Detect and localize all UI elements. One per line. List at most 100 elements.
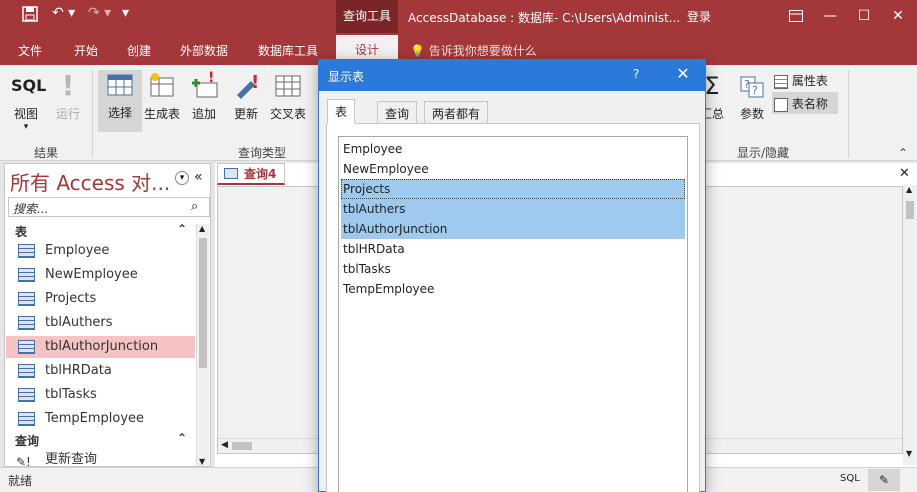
vertical-scrollbar[interactable]: ▲ ▼ xyxy=(903,185,917,465)
nav-item-update-query[interactable]: ✎! 更新查询 xyxy=(6,450,195,468)
make-table-button[interactable]: 生成表 xyxy=(140,71,184,131)
status-text: 就绪 xyxy=(8,474,33,488)
nav-item-tempemployee[interactable]: TempEmployee xyxy=(6,408,195,430)
scroll-left-icon[interactable]: ◀ xyxy=(221,440,228,450)
dialog-help-button[interactable]: ? xyxy=(633,67,639,81)
design-view-icon: ✎ xyxy=(878,473,890,487)
design-view-button[interactable]: ✎ xyxy=(868,469,900,491)
crosstab-label: 交叉表 xyxy=(269,107,306,121)
scroll-up-icon[interactable]: ▲ xyxy=(199,224,205,233)
update-button[interactable]: ! 更新 xyxy=(224,71,268,131)
scroll-up-icon[interactable]: ▲ xyxy=(906,185,912,194)
property-sheet-label: 属性表 xyxy=(791,74,828,88)
view-button[interactable]: SQL 视图 ▾ xyxy=(4,71,48,132)
table-names-icon xyxy=(774,97,788,112)
nav-item-label: tblHRData xyxy=(45,363,112,378)
list-item-projects[interactable]: Projects xyxy=(341,179,685,199)
nav-scroll-thumb[interactable] xyxy=(199,238,207,368)
group-label-query-type: 查询类型 xyxy=(238,146,287,160)
nav-item-tbltasks[interactable]: tblTasks xyxy=(6,384,195,406)
table-list[interactable]: Employee NewEmployee Projects tblAuthers… xyxy=(338,136,688,492)
append-button[interactable]: ! 追加 xyxy=(182,70,226,131)
close-window-button[interactable]: ✕ xyxy=(882,3,914,29)
update-icon: ! xyxy=(231,71,261,101)
dialog-tab-both[interactable]: 两者都有 xyxy=(424,101,489,124)
tab-home[interactable]: 开始 xyxy=(74,42,98,59)
list-item-tblhrdata[interactable]: tblHRData xyxy=(341,239,685,259)
view-dropdown-icon: ▾ xyxy=(23,122,29,132)
table-icon xyxy=(18,244,35,258)
exclamation-icon: ! xyxy=(61,69,75,102)
nav-item-tblauthorjunction[interactable]: tblAuthorJunction xyxy=(6,336,195,358)
nav-item-employee[interactable]: Employee xyxy=(6,240,195,262)
run-label: 运行 xyxy=(55,107,80,121)
nav-pane-title[interactable]: 所有 Access 对... xyxy=(10,167,170,196)
tab-external-data[interactable]: 外部数据 xyxy=(180,42,228,59)
group-label-show-hide: 显示/隐藏 xyxy=(737,146,790,160)
search-icon[interactable]: ⌕ xyxy=(191,199,198,214)
dialog-tab-queries[interactable]: 查询 xyxy=(377,101,418,124)
tab-create[interactable]: 创建 xyxy=(127,42,151,59)
list-item-employee[interactable]: Employee xyxy=(341,139,685,159)
lightbulb-icon: 💡 xyxy=(410,44,425,58)
scroll-down-icon[interactable]: ▼ xyxy=(199,457,205,466)
run-button[interactable]: ! 运行 xyxy=(46,71,90,131)
save-icon[interactable] xyxy=(22,6,38,26)
customize-qat-icon[interactable]: ▾ xyxy=(122,5,129,21)
scroll-down-icon[interactable]: ▼ xyxy=(906,449,912,458)
maximize-button[interactable]: ☐ xyxy=(848,3,880,29)
property-sheet-button[interactable]: 属性表 xyxy=(774,72,828,89)
nav-item-label: tblAuthorJunction xyxy=(45,339,159,354)
minimize-button[interactable]: — xyxy=(814,3,846,29)
nav-section-queries[interactable]: 查询 ⌃ xyxy=(6,430,196,450)
dialog-close-button[interactable]: ✕ xyxy=(671,64,695,83)
dialog-tab-tables[interactable]: 表 xyxy=(327,99,356,124)
list-item-tblauthers[interactable]: tblAuthers xyxy=(341,199,685,219)
chevron-down-icon[interactable]: ▾ xyxy=(175,171,189,185)
close-document-icon[interactable]: ✕ xyxy=(899,166,910,181)
nav-search-input[interactable]: 搜索... xyxy=(8,197,210,217)
select-query-button[interactable]: 选择 xyxy=(98,70,142,132)
dialog-title-bar[interactable]: 显示表 ? ✕ xyxy=(319,60,705,91)
list-item-tbltasks[interactable]: tblTasks xyxy=(341,259,685,279)
nav-section-label: 查询 xyxy=(15,434,40,448)
nav-section-tables[interactable]: 表 ⌃ xyxy=(6,221,196,241)
nav-item-projects[interactable]: Projects xyxy=(6,288,195,310)
table-icon xyxy=(18,268,35,282)
sql-view-button[interactable]: SQL xyxy=(840,473,860,484)
svg-text:?: ? xyxy=(752,84,758,97)
nav-item-tblhrdata[interactable]: tblHRData xyxy=(6,360,195,382)
view-label: 视图 xyxy=(13,107,38,121)
shutter-bar-close-icon[interactable]: « xyxy=(194,169,203,185)
tab-query4[interactable]: 查询4 xyxy=(217,163,285,185)
parameters-icon: ?? xyxy=(737,71,767,101)
undo-icon[interactable]: ↶ ▾ xyxy=(52,5,75,21)
group-label-results: 结果 xyxy=(34,146,59,160)
parameters-button[interactable]: ?? 参数 xyxy=(730,71,774,131)
tell-me-search[interactable]: 💡 告诉我你想要做什么 xyxy=(410,42,537,59)
list-item-newemployee[interactable]: NewEmployee xyxy=(341,159,685,179)
nav-item-label: TempEmployee xyxy=(45,411,145,426)
crosstab-button[interactable]: 交叉表 xyxy=(266,71,310,131)
list-item-tempemployee[interactable]: TempEmployee xyxy=(341,279,685,299)
table-names-button[interactable]: 表名称 xyxy=(772,92,838,114)
tab-file[interactable]: 文件 xyxy=(18,42,42,59)
crosstab-icon xyxy=(273,71,303,101)
append-icon: ! xyxy=(189,70,219,101)
collapse-ribbon-icon[interactable]: ⌃ xyxy=(898,146,908,160)
horizontal-scroll-thumb[interactable] xyxy=(232,442,252,450)
nav-item-label: NewEmployee xyxy=(45,267,138,282)
tab-database-tools[interactable]: 数据库工具 xyxy=(258,42,318,59)
update-label: 更新 xyxy=(233,107,258,121)
nav-scrollbar[interactable]: ▲ ▼ xyxy=(196,224,209,466)
make-table-icon xyxy=(147,71,177,101)
nav-item-newemployee[interactable]: NewEmployee xyxy=(6,264,195,286)
ribbon-display-options-icon[interactable] xyxy=(780,3,812,29)
make-table-label: 生成表 xyxy=(143,107,180,121)
vertical-scroll-thumb[interactable] xyxy=(906,201,914,219)
login-link[interactable]: 登录 xyxy=(687,8,711,25)
nav-item-tblauthers[interactable]: tblAuthers xyxy=(6,312,195,334)
list-item-tblauthorjunction[interactable]: tblAuthorJunction xyxy=(341,219,685,239)
redo-icon[interactable]: ↷ ▾ xyxy=(88,5,111,21)
navigation-pane: 所有 Access 对... ▾ « 搜索... ⌕ 表 ⌃ Employee … xyxy=(4,163,211,468)
